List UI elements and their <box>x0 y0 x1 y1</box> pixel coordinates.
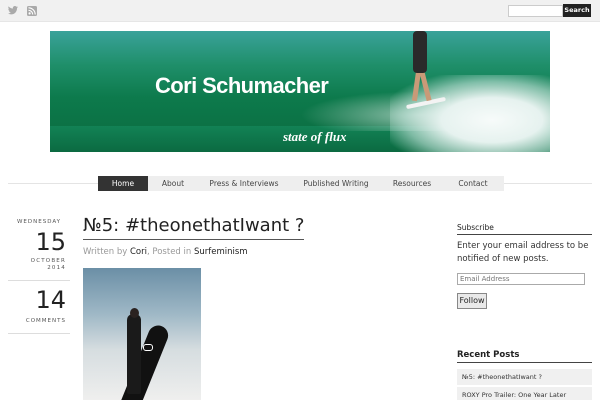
header-banner[interactable]: Cori Schumacher state of flux <box>50 31 550 152</box>
post-weekday: WEDNESDAY <box>16 219 62 225</box>
nav-item-home[interactable]: Home <box>98 176 148 191</box>
post-year: 2014 <box>47 265 66 271</box>
nav-item-published-writing[interactable]: Published Writing <box>290 176 382 191</box>
meta-posted-in: , Posted in <box>147 247 194 257</box>
post-title[interactable]: №5: #theonethatIwant ? <box>83 215 305 240</box>
recent-posts-heading: Recent Posts <box>457 350 592 363</box>
meta-written-by: Written by <box>83 247 130 257</box>
nav-item-press-interviews[interactable]: Press & Interviews <box>198 176 290 191</box>
email-field[interactable] <box>457 273 585 285</box>
nav-item-about[interactable]: About <box>148 176 198 191</box>
comments-count[interactable]: 14 <box>8 286 70 314</box>
search-input[interactable] <box>508 5 563 17</box>
comments-label[interactable]: COMMENTS <box>8 318 70 324</box>
subscribe-heading: Subscribe <box>457 223 592 235</box>
rss-icon[interactable] <box>26 5 37 16</box>
category-link[interactable]: Surfeminism <box>194 247 248 257</box>
subscribe-description: Enter your email address to be notified … <box>457 241 589 264</box>
follow-button[interactable]: Follow <box>457 293 487 309</box>
nav-item-contact[interactable]: Contact <box>442 176 504 191</box>
twitter-icon[interactable] <box>7 5 18 16</box>
author-link[interactable]: Cori <box>130 247 147 257</box>
nav-item-resources[interactable]: Resources <box>382 176 442 191</box>
post-meta: Written by Cori, Posted in Surfeminism <box>83 247 248 257</box>
search-button[interactable]: Search <box>563 4 591 17</box>
site-tagline: state of flux <box>283 129 347 144</box>
recent-post-item[interactable]: ROXY Pro Trailer: One Year Later <box>457 387 592 400</box>
image-board-logo <box>143 344 153 351</box>
recent-post-item[interactable]: №5: #theonethatIwant ? <box>457 369 592 385</box>
post-month: OCTOBER <box>30 258 66 264</box>
image-model <box>127 314 141 394</box>
main-nav: Home About Press & Interviews Published … <box>98 176 504 191</box>
date-divider <box>8 280 70 281</box>
comments-divider <box>8 333 70 334</box>
site-title: Cori Schumacher <box>155 73 329 98</box>
top-bar: Search <box>0 0 600 22</box>
post-day: 15 <box>35 228 66 256</box>
banner-surfer <box>413 31 427 73</box>
image-model-head <box>130 308 139 318</box>
post-featured-image[interactable] <box>83 268 201 400</box>
recent-posts-list: №5: #theonethatIwant ? ROXY Pro Trailer:… <box>457 369 592 400</box>
